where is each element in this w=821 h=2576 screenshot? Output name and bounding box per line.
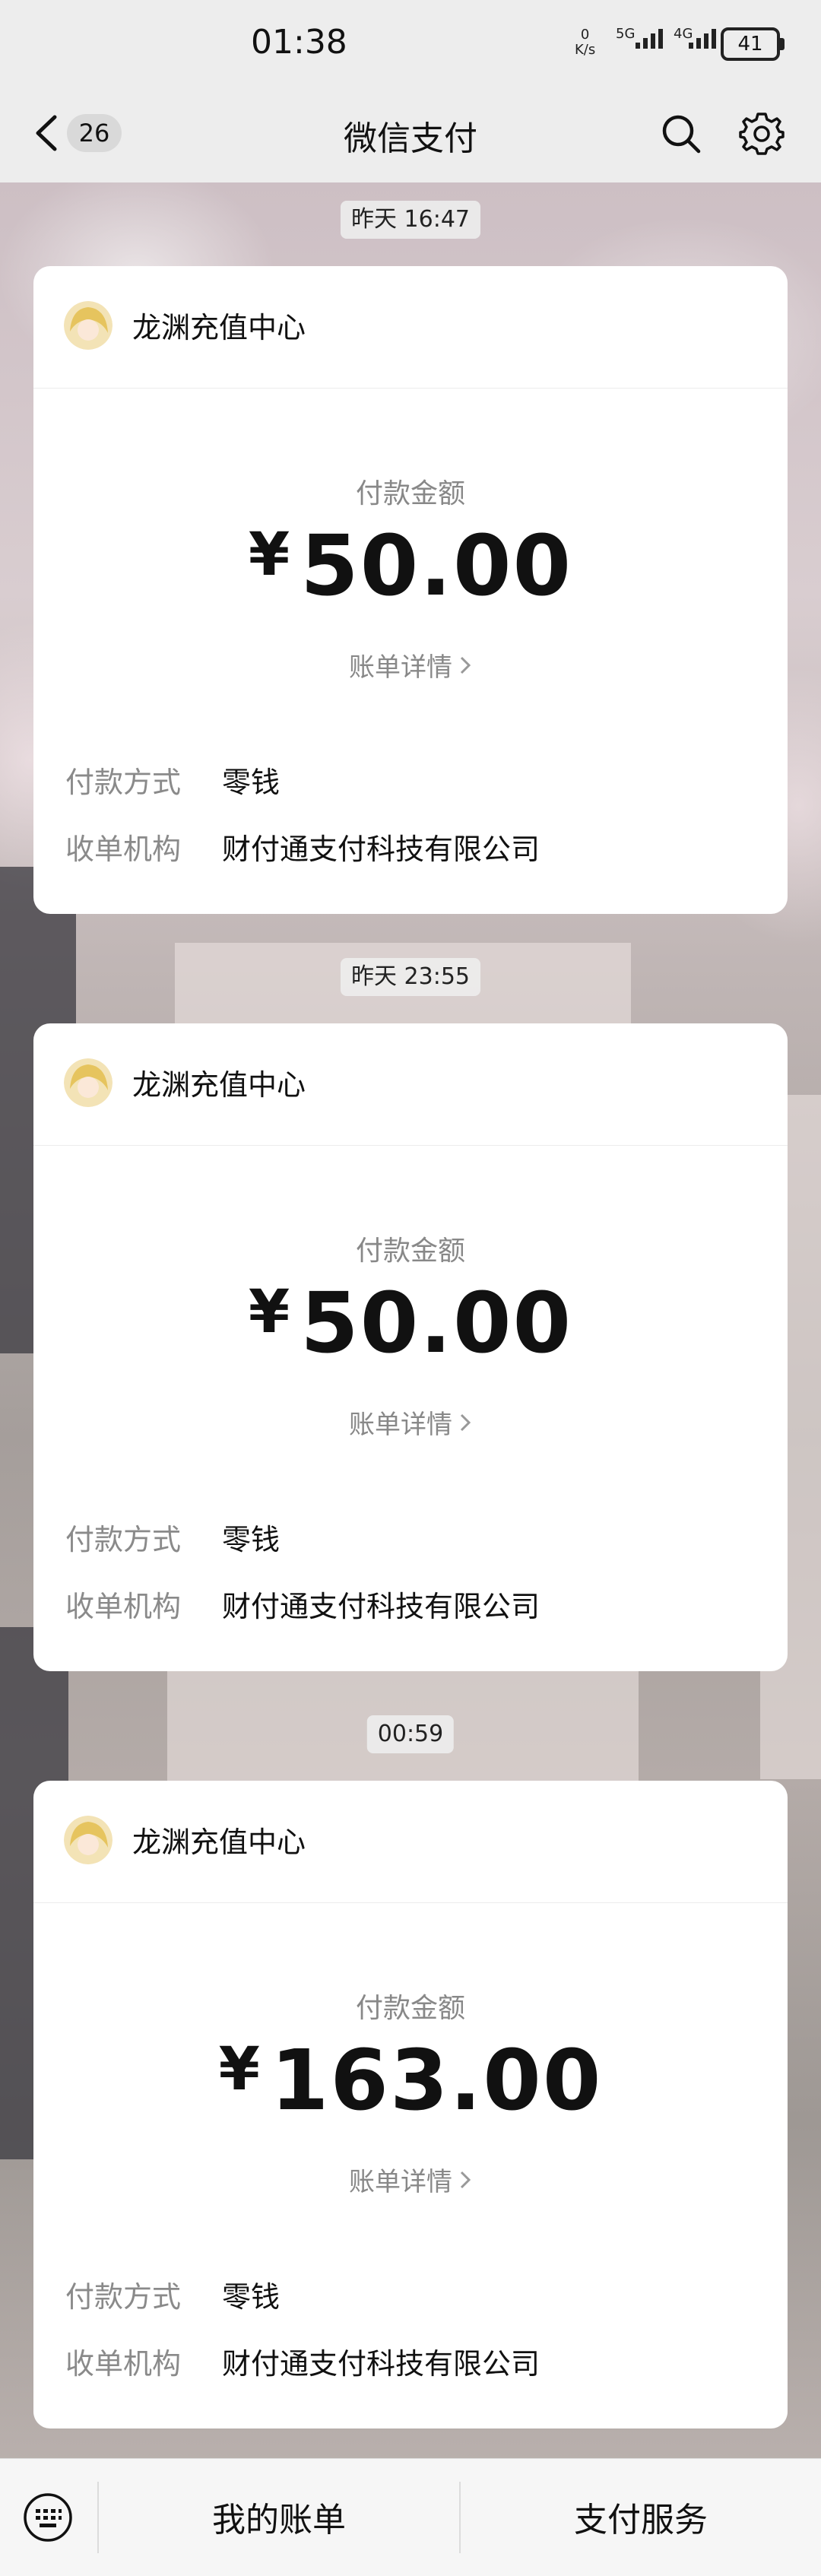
payment-amount: ¥163.00 <box>33 2032 788 2129</box>
amount-value: 163.00 <box>270 2032 603 2129</box>
payment-method-label: 付款方式 <box>65 766 182 799</box>
status-bar: 01:38 0 K/s 5G 4G 41 <box>0 0 821 84</box>
card-header: 龙渊充值中心 <box>33 266 788 389</box>
amount-label: 付款金额 <box>355 478 465 509</box>
acquirer-value: 财付通支付科技有限公司 <box>222 2347 540 2381</box>
payment-method-value: 零钱 <box>222 2280 281 2314</box>
bill-detail-label: 账单详情 <box>349 1410 452 1440</box>
keyboard-icon[interactable] <box>23 2492 73 2543</box>
signal-5g-label: 5G <box>616 26 636 42</box>
bill-detail-label: 账单详情 <box>349 652 452 683</box>
amount-value: 50.00 <box>300 517 573 614</box>
payment-method-row: 付款方式 零钱 <box>65 2273 280 2315</box>
payment-method-label: 付款方式 <box>65 1523 182 1556</box>
acquirer-label: 收单机构 <box>65 2347 182 2381</box>
bill-detail-label: 账单详情 <box>349 2167 452 2197</box>
payment-method-row: 付款方式 零钱 <box>65 1516 280 1558</box>
message-timestamp: 00:59 <box>366 1715 455 1753</box>
card-header: 龙渊充值中心 <box>33 1023 788 1146</box>
payment-method-value: 零钱 <box>222 1523 281 1556</box>
payment-method-value: 零钱 <box>222 766 281 799</box>
amount-label: 付款金额 <box>355 1993 465 2024</box>
payment-method-row: 付款方式 零钱 <box>65 759 280 801</box>
acquirer-label: 收单机构 <box>65 833 182 866</box>
tab-payment-services[interactable]: 支付服务 <box>461 2492 821 2541</box>
payment-method-label: 付款方式 <box>65 2280 182 2314</box>
chevron-right-icon <box>460 2171 471 2189</box>
status-time: 01:38 <box>251 23 347 62</box>
chevron-right-icon <box>460 656 471 674</box>
merchant-name: 龙渊充值中心 <box>132 1826 306 1859</box>
bill-detail-link[interactable]: 账单详情 <box>33 1404 788 1441</box>
merchant-name: 龙渊充值中心 <box>132 1068 306 1102</box>
battery-icon: 41 <box>721 27 785 61</box>
merchant-avatar <box>64 1058 113 1107</box>
nav-bar: 26 微信支付 <box>0 84 821 182</box>
payment-amount: ¥50.00 <box>33 517 788 614</box>
merchant-name: 龙渊充值中心 <box>132 311 306 344</box>
acquirer-row: 收单机构 财付通支付科技有限公司 <box>65 1583 540 1625</box>
payment-card[interactable]: 龙渊充值中心 付款金额 ¥50.00 账单详情 付款方式 零钱 收单机构 财付通支付… <box>33 266 788 914</box>
currency-symbol: ¥ <box>248 521 290 589</box>
currency-symbol: ¥ <box>248 1278 290 1347</box>
merchant-avatar <box>64 1816 113 1864</box>
bill-detail-link[interactable]: 账单详情 <box>33 646 788 684</box>
currency-symbol: ¥ <box>218 2035 260 2104</box>
card-header: 龙渊充值中心 <box>33 1781 788 1903</box>
acquirer-value: 财付通支付科技有限公司 <box>222 833 540 866</box>
gear-icon[interactable] <box>739 111 785 157</box>
acquirer-row: 收单机构 财付通支付科技有限公司 <box>65 2340 540 2382</box>
message-timestamp: 昨天 23:55 <box>341 958 480 996</box>
acquirer-row: 收单机构 财付通支付科技有限公司 <box>65 826 540 868</box>
acquirer-value: 财付通支付科技有限公司 <box>222 1590 540 1623</box>
acquirer-label: 收单机构 <box>65 1590 182 1623</box>
signal-bars-icon <box>636 29 663 49</box>
payment-card[interactable]: 龙渊充值中心 付款金额 ¥163.00 账单详情 付款方式 零钱 收单机构 财付通支… <box>33 1781 788 2428</box>
search-icon[interactable] <box>660 113 702 155</box>
payment-amount: ¥50.00 <box>33 1274 788 1372</box>
payment-card[interactable]: 龙渊充值中心 付款金额 ¥50.00 账单详情 付款方式 零钱 收单机构 财付通支付… <box>33 1023 788 1671</box>
bottom-menu-bar: 我的账单 支付服务 <box>0 2458 821 2576</box>
bill-detail-link[interactable]: 账单详情 <box>33 2161 788 2198</box>
tab-my-bills[interactable]: 我的账单 <box>99 2492 459 2541</box>
message-timestamp: 昨天 16:47 <box>341 201 480 239</box>
network-speed: 0 K/s <box>575 27 596 58</box>
signal-bars-icon <box>689 29 716 49</box>
chevron-right-icon <box>460 1413 471 1432</box>
amount-value: 50.00 <box>300 1274 573 1372</box>
merchant-avatar <box>64 301 113 350</box>
amount-label: 付款金额 <box>355 1236 465 1267</box>
